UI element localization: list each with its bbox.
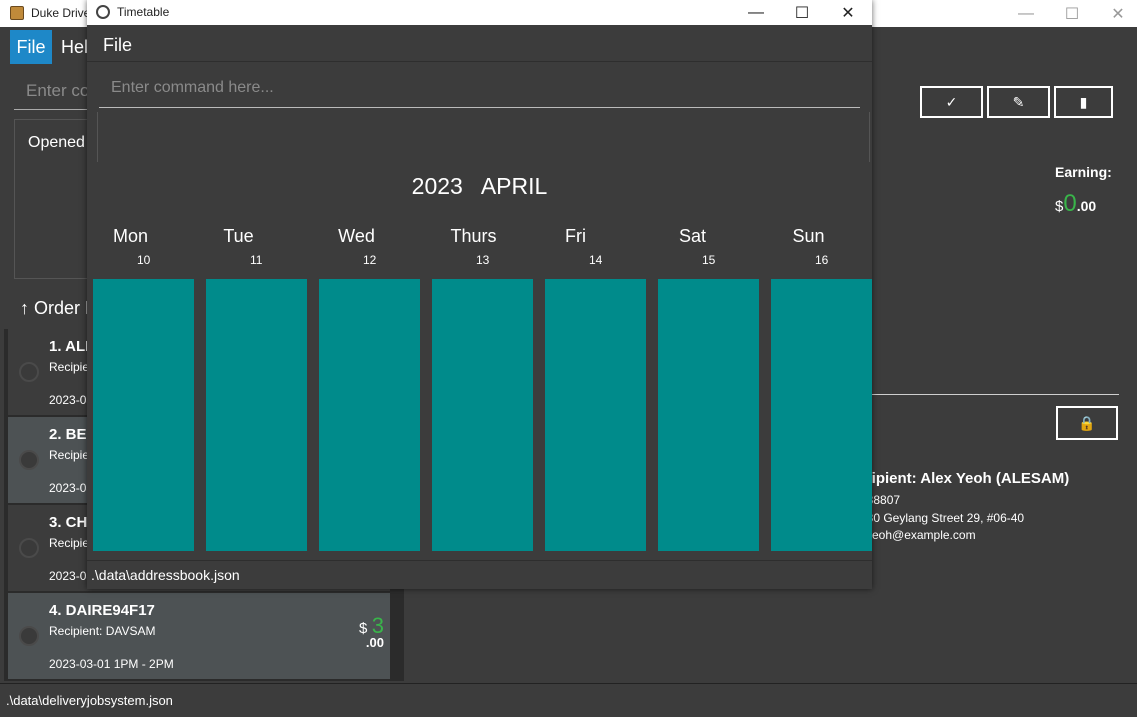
- day-column-tue[interactable]: [206, 279, 307, 551]
- day-date-thurs: 13: [476, 253, 490, 267]
- order-select-radio[interactable]: [19, 626, 39, 646]
- minimize-icon[interactable]: —: [1003, 0, 1049, 27]
- order-select-radio[interactable]: [19, 538, 39, 558]
- app-icon: [10, 6, 24, 20]
- delete-button[interactable]: ▮: [1054, 86, 1113, 118]
- clock-icon: [96, 5, 110, 19]
- timetable-month: APRIL: [480, 173, 548, 199]
- status-bar: .\data\deliveryjobsystem.json: [0, 683, 1137, 717]
- order-earning-cents: .00: [365, 635, 384, 650]
- day-name-sun: Sun: [792, 226, 825, 246]
- check-icon: ✓: [945, 93, 958, 110]
- day-column-sun[interactable]: [771, 279, 872, 551]
- timetable-window: Timetable — ☐ ✕ File Enter command here.…: [87, 0, 872, 589]
- lock-button[interactable]: 🔒: [1056, 406, 1118, 440]
- close-icon[interactable]: ✕: [1095, 0, 1137, 27]
- earning-label: Earning:: [1055, 164, 1112, 180]
- day-column-thurs[interactable]: [432, 279, 533, 551]
- trash-icon: ▮: [1079, 93, 1088, 110]
- day-name-thurs: Thurs: [450, 226, 497, 246]
- earning-value: $0.00: [1055, 190, 1096, 218]
- order-date: 2023-03-01 1PM - 2PM: [49, 657, 174, 671]
- complete-button[interactable]: ✓: [920, 86, 983, 118]
- minimize-icon[interactable]: —: [733, 0, 779, 25]
- day-name-tue: Tue: [223, 226, 254, 246]
- day-date-tue: 11: [250, 253, 263, 267]
- day-date-wed: 12: [363, 253, 377, 267]
- timetable-command-input[interactable]: Enter command here...: [99, 70, 860, 108]
- day-column-sat[interactable]: [658, 279, 759, 551]
- order-select-radio[interactable]: [19, 362, 39, 382]
- maximize-icon[interactable]: ☐: [1049, 0, 1095, 27]
- order-title: 4. DAIRE94F17: [49, 602, 155, 619]
- recipient-address: : 30 Geylang Street 29, #06-40: [860, 511, 1025, 525]
- order-card[interactable]: 4. DAIRE94F17 Recipient: DAVSAM 2023-03-…: [8, 593, 390, 679]
- result-text: Opened: [28, 134, 85, 151]
- order-select-radio[interactable]: [19, 450, 39, 470]
- timetable-menubar: [87, 25, 872, 62]
- day-name-sat: Sat: [678, 226, 707, 246]
- day-name-wed: Wed: [338, 226, 375, 246]
- timetable-titlebar[interactable]: Timetable — ☐ ✕: [87, 0, 872, 25]
- day-column-fri[interactable]: [545, 279, 646, 551]
- day-name-fri: Fri: [565, 226, 586, 246]
- day-date-fri: 14: [589, 253, 603, 267]
- edit-button[interactable]: ✎: [987, 86, 1050, 118]
- order-earning: $ 3 .00: [359, 613, 384, 650]
- close-icon[interactable]: ✕: [825, 0, 871, 25]
- earning-amount: 0: [1063, 190, 1077, 217]
- day-column-wed[interactable]: [319, 279, 420, 551]
- timetable-menu-file[interactable]: File: [103, 35, 132, 56]
- maximize-icon[interactable]: ☐: [779, 0, 825, 25]
- day-name-mon: Mon: [112, 226, 148, 246]
- order-recipient: Recipient: DAVSAM: [49, 624, 156, 638]
- timetable-status-bar: .\data\addressbook.json: [87, 560, 872, 589]
- recipient-email: xyeoh@example.com: [860, 528, 976, 542]
- day-column-mon[interactable]: [93, 279, 194, 551]
- divider: [870, 394, 1119, 395]
- main-window-title: Duke Driver: [31, 6, 95, 20]
- recipient-detail: ecipient: Alex Yeoh (ALESAM): [855, 470, 1070, 487]
- day-date-sat: 15: [702, 253, 716, 267]
- timetable-month-header: 2023 APRIL: [87, 173, 872, 200]
- menu-file[interactable]: File: [10, 30, 52, 64]
- timetable-result-display: [87, 112, 872, 162]
- day-date-sun: 16: [815, 253, 829, 267]
- timetable-window-title: Timetable: [117, 5, 170, 19]
- day-date-mon: 10: [137, 253, 151, 267]
- earning-cents: .00: [1076, 198, 1097, 214]
- lock-icon: 🔒: [1078, 414, 1096, 431]
- pen-icon: ✎: [1012, 93, 1025, 110]
- timetable-year: 2023: [411, 173, 463, 199]
